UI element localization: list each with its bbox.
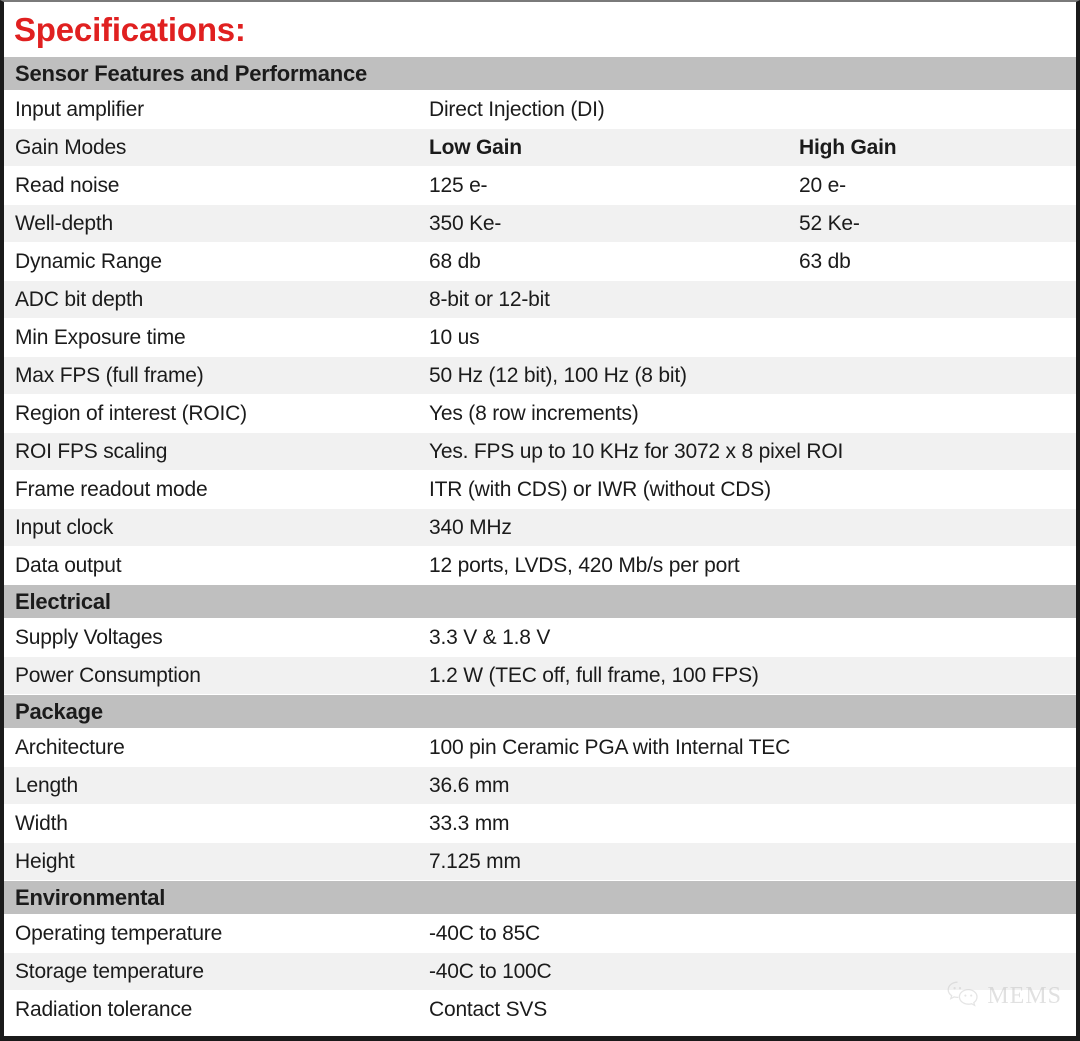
table-row: Region of interest (ROIC) Yes (8 row incr…: [4, 395, 1076, 433]
row-label: Length: [15, 774, 79, 797]
section-header: Environmental: [4, 881, 1076, 915]
row-label: Architecture: [15, 736, 125, 759]
row-label: Gain Modes: [15, 136, 127, 159]
table-row: ADC bit depth 8-bit or 12-bit: [4, 281, 1076, 319]
table-row: Storage temperature -40C to 100C: [4, 953, 1076, 991]
row-value-primary: Low Gain: [429, 136, 522, 159]
table-row: ROI FPS scaling Yes. FPS up to 10 KHz for…: [4, 433, 1076, 471]
row-value-primary: 1.2 W (TEC off, full frame, 100 FPS): [429, 664, 759, 687]
table-row: Radiation tolerance Contact SVS: [4, 991, 1076, 1029]
row-value-primary: 10 us: [429, 326, 480, 349]
row-value-primary: 100 pin Ceramic PGA with Internal TEC: [429, 736, 791, 759]
table-row: Length 36.6 mm: [4, 767, 1076, 805]
row-value-primary: -40C to 85C: [429, 922, 541, 945]
specifications-table: Specifications: Sensor Features and Perf…: [4, 2, 1076, 1029]
row-label: Power Consumption: [15, 664, 201, 687]
table-row: Architecture 100 pin Ceramic PGA with Int…: [4, 729, 1076, 767]
row-value-secondary: 52 Ke-: [799, 212, 860, 235]
table-row: Read noise 125 e- 20 e-: [4, 167, 1076, 205]
table-row: Height 7.125 mm: [4, 843, 1076, 881]
row-value-primary: ITR (with CDS) or IWR (without CDS): [429, 478, 771, 501]
row-value-secondary: 63 db: [799, 250, 851, 273]
row-value-primary: 12 ports, LVDS, 420 Mb/s per port: [429, 554, 740, 577]
table-row: Power Consumption 1.2 W (TEC off, full fr…: [4, 657, 1076, 695]
row-label: Radiation tolerance: [15, 998, 193, 1021]
row-label: Supply Voltages: [15, 626, 163, 649]
section-header-label: Package: [15, 698, 103, 724]
table-row: Input clock 340 MHz: [4, 509, 1076, 547]
table-row: Supply Voltages 3.3 V & 1.8 V: [4, 619, 1076, 657]
row-label: Storage temperature: [15, 960, 204, 983]
table-row: Data output 12 ports, LVDS, 420 Mb/s per …: [4, 547, 1076, 585]
row-value-primary: Contact SVS: [429, 998, 548, 1021]
row-value-primary: 36.6 mm: [429, 774, 510, 797]
row-label: Well-depth: [15, 212, 113, 235]
table-row: Dynamic Range 68 db 63 db: [4, 243, 1076, 281]
row-value-primary: 8-bit or 12-bit: [429, 288, 550, 311]
row-value-primary: Yes (8 row increments): [429, 402, 639, 425]
page-title: Specifications:: [14, 11, 246, 48]
table-row: Max FPS (full frame) 50 Hz (12 bit), 100 …: [4, 357, 1076, 395]
row-label: ADC bit depth: [15, 288, 144, 311]
table-row: Input amplifier Direct Injection (DI): [4, 91, 1076, 129]
table-row: Operating temperature -40C to 85C: [4, 915, 1076, 953]
row-label: Data output: [15, 554, 122, 577]
specifications-sheet: Specifications: Sensor Features and Perf…: [0, 0, 1080, 1041]
section-header: Sensor Features and Performance: [4, 57, 1076, 91]
row-label: Max FPS (full frame): [15, 364, 204, 387]
row-label: Min Exposure time: [15, 326, 186, 349]
row-value-primary: 350 Ke-: [429, 212, 502, 235]
section-header: Electrical: [4, 585, 1076, 619]
row-label: Read noise: [15, 174, 120, 197]
row-value-primary: 33.3 mm: [429, 812, 510, 835]
page-title-row: Specifications:: [4, 2, 1076, 57]
sections-container: Sensor Features and Performance Input amp…: [4, 57, 1076, 1029]
section-header-label: Electrical: [15, 588, 111, 614]
row-value-primary: 340 MHz: [429, 516, 512, 539]
table-row: Min Exposure time 10 us: [4, 319, 1076, 357]
row-label: Height: [15, 850, 75, 873]
row-label: Region of interest (ROIC): [15, 402, 247, 425]
row-label: Width: [15, 812, 68, 835]
section-header-label: Environmental: [15, 884, 166, 910]
table-row: Well-depth 350 Ke- 52 Ke-: [4, 205, 1076, 243]
section-header: Package: [4, 695, 1076, 729]
row-label: Operating temperature: [15, 922, 223, 945]
table-row: Frame readout mode ITR (with CDS) or IWR …: [4, 471, 1076, 509]
row-value-primary: 50 Hz (12 bit), 100 Hz (8 bit): [429, 364, 687, 387]
section-header-label: Sensor Features and Performance: [15, 60, 368, 86]
row-label: ROI FPS scaling: [15, 440, 168, 463]
row-label: Input clock: [15, 516, 114, 539]
table-row: Gain Modes Low Gain High Gain: [4, 129, 1076, 167]
row-value-primary: Direct Injection (DI): [429, 98, 605, 121]
row-value-primary: Yes. FPS up to 10 KHz for 3072 x 8 pixel…: [429, 440, 844, 463]
row-label: Dynamic Range: [15, 250, 162, 273]
table-row: Width 33.3 mm: [4, 805, 1076, 843]
row-value-primary: 7.125 mm: [429, 850, 521, 873]
row-value-secondary: High Gain: [799, 136, 897, 159]
row-value-primary: -40C to 100C: [429, 960, 552, 983]
row-label: Frame readout mode: [15, 478, 208, 501]
row-value-secondary: 20 e-: [799, 174, 846, 197]
row-label: Input amplifier: [15, 98, 144, 121]
row-value-primary: 3.3 V & 1.8 V: [429, 626, 551, 649]
row-value-primary: 68 db: [429, 250, 481, 273]
row-value-primary: 125 e-: [429, 174, 488, 197]
